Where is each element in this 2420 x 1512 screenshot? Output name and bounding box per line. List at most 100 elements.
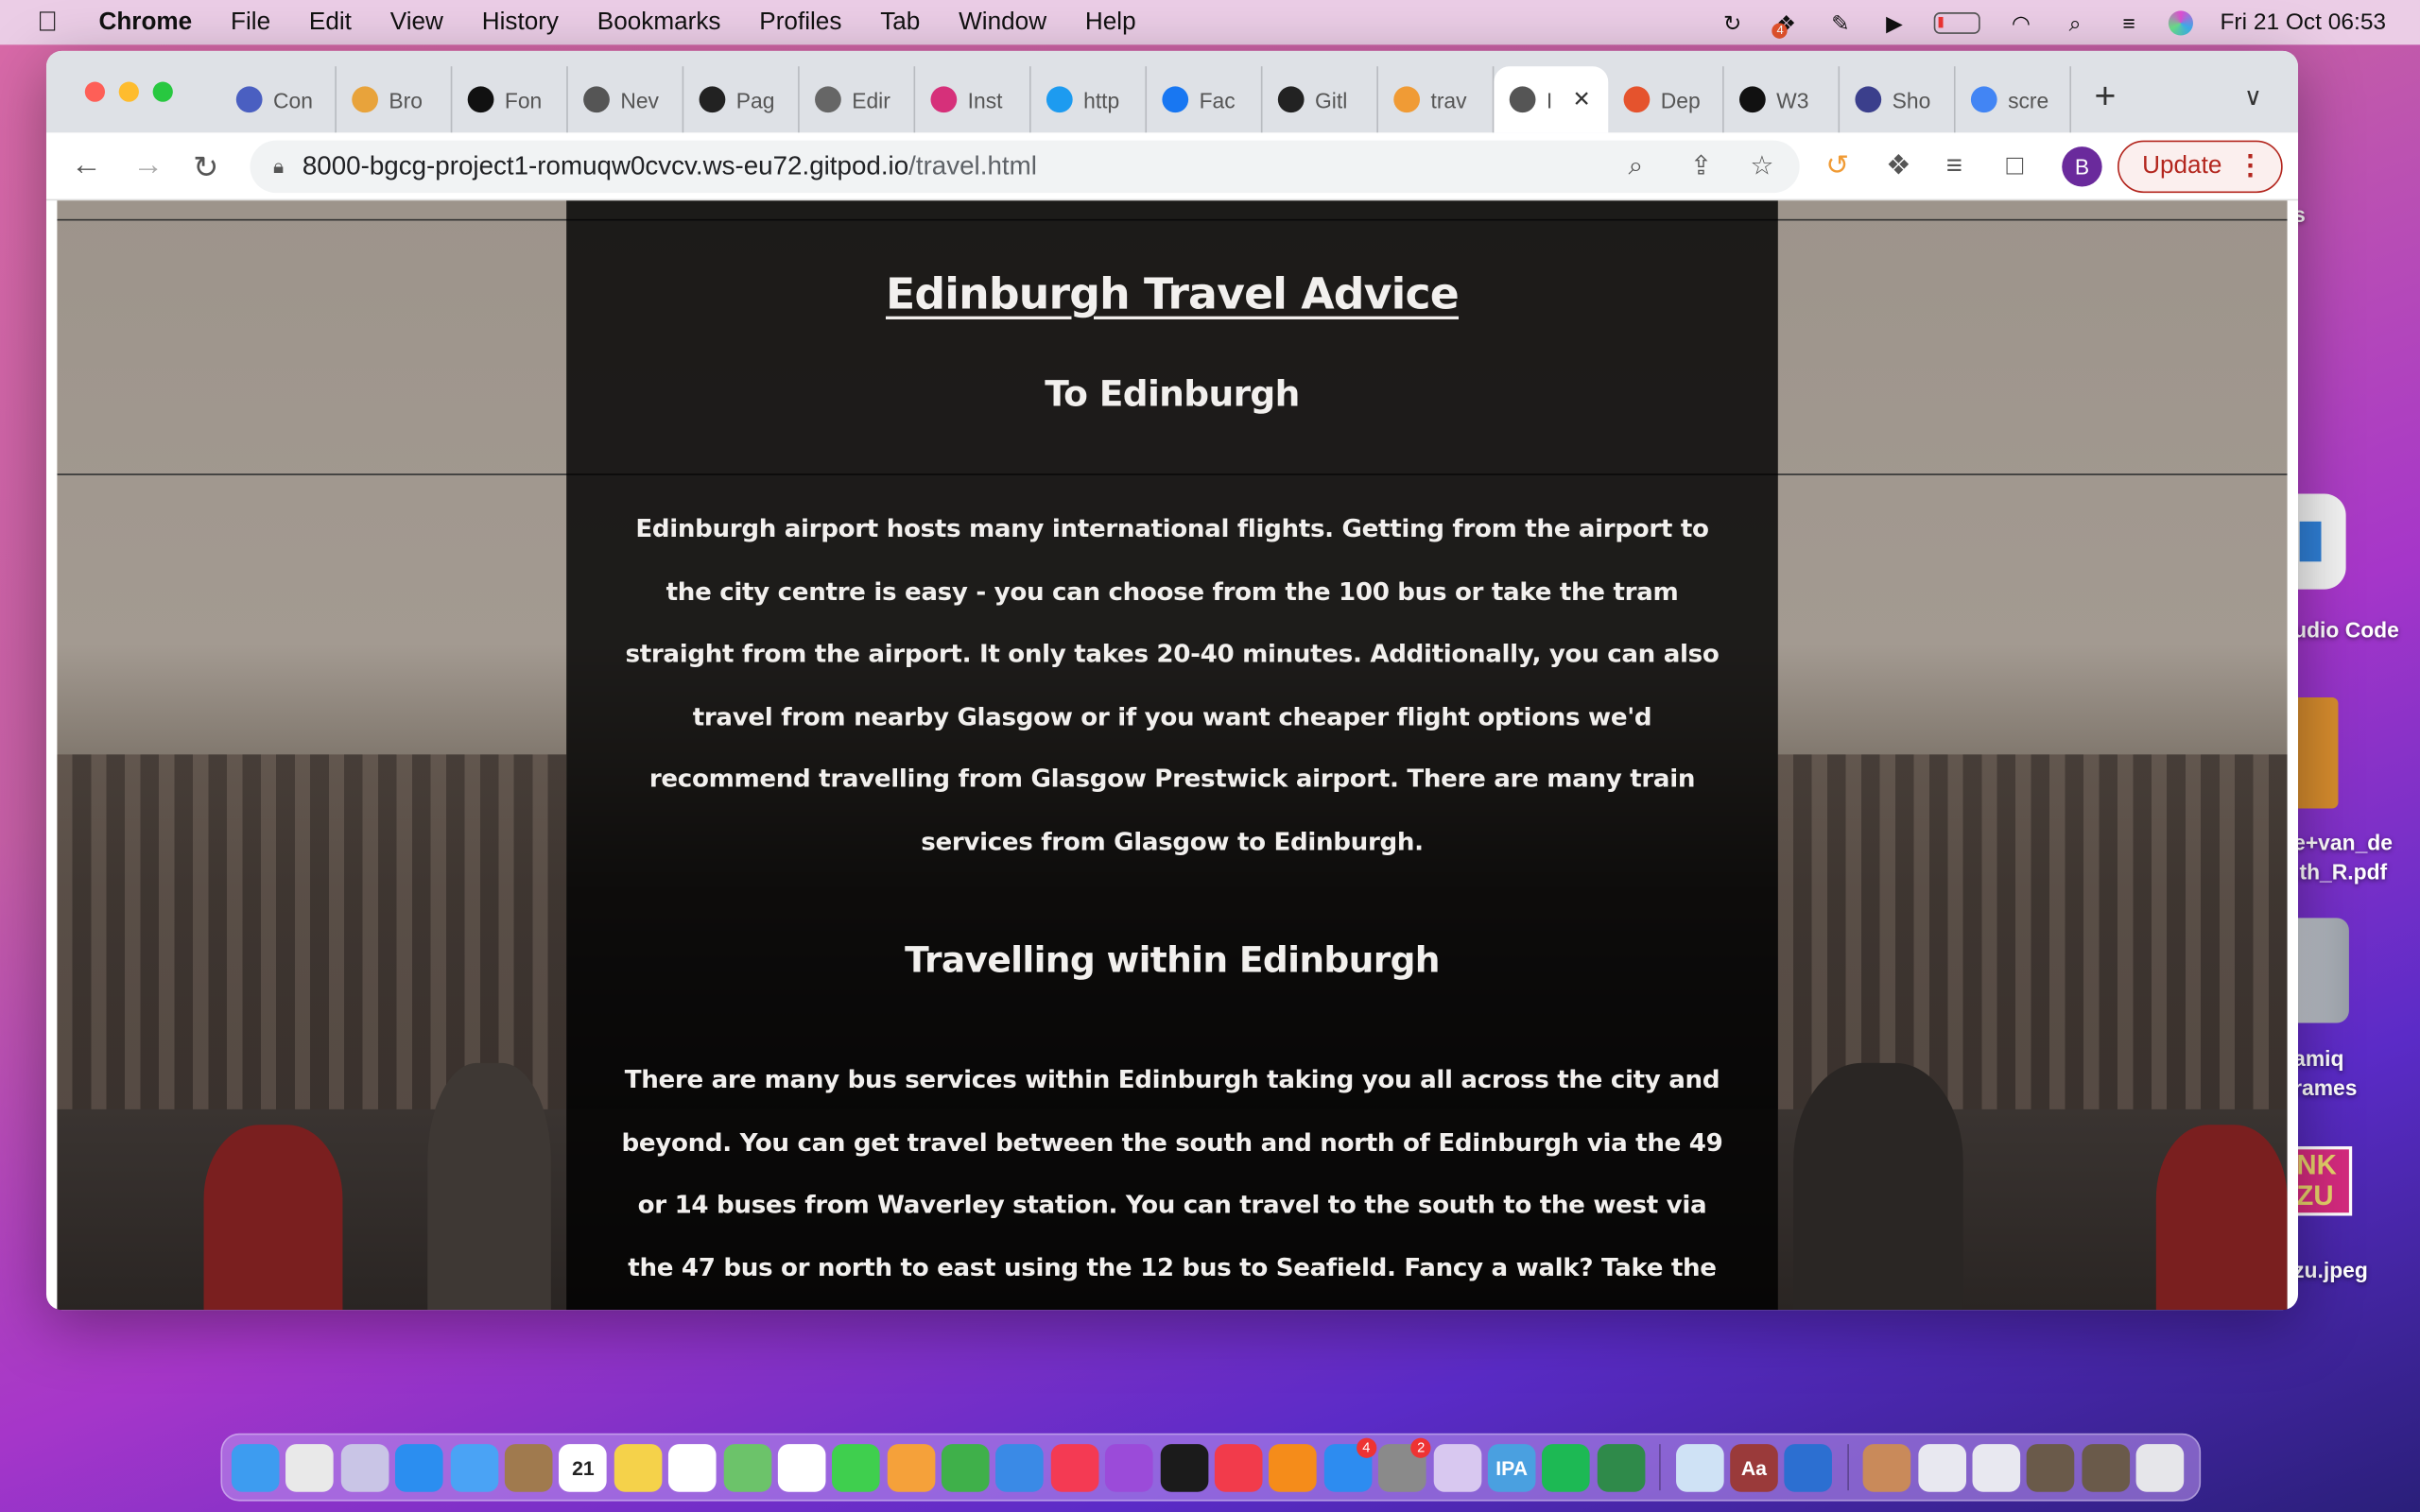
- menu-help[interactable]: Help: [1085, 9, 1136, 36]
- menu-tab[interactable]: Tab: [880, 9, 920, 36]
- tab[interactable]: Pag: [683, 66, 800, 133]
- launchpad-icon[interactable]: [340, 1443, 389, 1491]
- maps-icon[interactable]: [722, 1443, 771, 1491]
- finder-icon[interactable]: [231, 1443, 280, 1491]
- tab[interactable]: Nev: [568, 66, 684, 133]
- tab[interactable]: Sho: [1840, 66, 1956, 133]
- lock-icon[interactable]: 🔒︎: [273, 154, 284, 179]
- desktop-item-label[interactable]: udio Code: [2293, 617, 2399, 642]
- trash-icon[interactable]: [2135, 1443, 2185, 1491]
- tab[interactable]: Dep: [1608, 66, 1724, 133]
- dropbox-icon[interactable]: ❖ 4: [1772, 10, 1800, 38]
- stack-3-icon[interactable]: [1972, 1443, 2020, 1491]
- notes-icon[interactable]: [614, 1443, 662, 1491]
- system-preferences-icon[interactable]: 2: [1378, 1436, 1431, 1491]
- reminders-icon[interactable]: [668, 1443, 717, 1491]
- address-bar[interactable]: 🔒︎ 8000-bgcg-project1-romuqw0cvcv.ws-eu7…: [250, 140, 1800, 194]
- calendar-icon[interactable]: 21: [559, 1443, 608, 1491]
- stack-4-icon[interactable]: [2027, 1443, 2075, 1491]
- messages-icon[interactable]: [832, 1443, 881, 1491]
- tab[interactable]: W3: [1724, 66, 1841, 133]
- tab[interactable]: scre: [1956, 66, 2072, 133]
- control-center-icon[interactable]: ≡: [2115, 10, 2142, 35]
- zoom-icon[interactable]: ⌕: [1628, 151, 1643, 182]
- tab[interactable]: Bro: [337, 66, 453, 133]
- menu-file[interactable]: File: [231, 9, 270, 36]
- menu-window[interactable]: Window: [959, 9, 1046, 36]
- play-icon[interactable]: ▶: [1880, 10, 1908, 35]
- numbers-icon[interactable]: [942, 1443, 990, 1491]
- creative-cloud-icon[interactable]: [1784, 1443, 1833, 1491]
- close-tab-icon[interactable]: ✕: [1572, 86, 1590, 112]
- minimize-window-button[interactable]: [118, 81, 139, 102]
- creative-cloud-icon[interactable]: ↻: [1719, 10, 1746, 35]
- image-desktop-icon[interactable]: NK ZU: [2293, 1146, 2353, 1216]
- spotify-icon[interactable]: [1542, 1443, 1591, 1491]
- extensions-puzzle-icon[interactable]: ❖: [1886, 149, 1910, 181]
- vscode-desktop-icon[interactable]: [2293, 493, 2346, 590]
- reload-icon[interactable]: ↻: [193, 148, 218, 187]
- tab[interactable]: Fon: [452, 66, 568, 133]
- more-menu-icon[interactable]: ⋮: [2237, 149, 2264, 181]
- tab[interactable]: I ✕: [1494, 66, 1609, 133]
- apple-icon[interactable]: : [37, 7, 64, 39]
- dictionary-icon[interactable]: Aa: [1730, 1443, 1778, 1491]
- wifi-icon[interactable]: ◠: [2007, 10, 2034, 35]
- music-icon[interactable]: [1050, 1443, 1099, 1491]
- bookmark-star-icon[interactable]: ☆: [1750, 151, 1773, 182]
- stack-5-icon[interactable]: [2081, 1443, 2130, 1491]
- pages-icon[interactable]: [887, 1443, 935, 1491]
- new-tab-button[interactable]: +: [2095, 76, 2117, 119]
- forward-icon[interactable]: →: [132, 148, 164, 184]
- news-icon[interactable]: [1214, 1443, 1263, 1491]
- menu-bookmarks[interactable]: Bookmarks: [597, 9, 721, 36]
- pdf-desktop-icon[interactable]: [2296, 696, 2339, 809]
- tree-icon[interactable]: [1597, 1443, 1646, 1491]
- reading-list-icon[interactable]: ≡: [1946, 149, 1962, 181]
- update-button[interactable]: Update ⋮: [2117, 140, 2283, 194]
- ipa-icon[interactable]: IPA: [1487, 1443, 1536, 1491]
- menu-profiles[interactable]: Profiles: [759, 9, 841, 36]
- gitpod-extension-icon[interactable]: ↺: [1825, 149, 1849, 181]
- search-icon[interactable]: ⌕: [2061, 10, 2088, 35]
- tab[interactable]: Inst: [915, 66, 1031, 133]
- desktop-item-label[interactable]: zu.jpeg: [2293, 1258, 2368, 1282]
- clock[interactable]: Fri 21 Oct 06:53: [2220, 9, 2386, 36]
- tab[interactable]: http: [1031, 66, 1148, 133]
- keynote-icon[interactable]: [995, 1443, 1045, 1491]
- tv-icon[interactable]: [1160, 1443, 1208, 1491]
- zoom-window-button[interactable]: [152, 81, 173, 102]
- menu-edit[interactable]: Edit: [309, 9, 352, 36]
- tab[interactable]: Con: [220, 66, 337, 133]
- preview-icon[interactable]: [1675, 1443, 1723, 1491]
- tab[interactable]: Edir: [800, 66, 916, 133]
- menu-history[interactable]: History: [482, 9, 559, 36]
- close-window-button[interactable]: [84, 81, 106, 102]
- podcasts-icon[interactable]: [1105, 1443, 1153, 1491]
- back-icon[interactable]: ←: [71, 148, 102, 184]
- photos-icon[interactable]: [777, 1443, 826, 1491]
- side-panel-icon[interactable]: □: [2006, 149, 2023, 181]
- siri-icon[interactable]: [2169, 9, 2194, 35]
- tab[interactable]: trav: [1378, 66, 1495, 133]
- help-icon[interactable]: [1433, 1443, 1481, 1491]
- mail-icon[interactable]: [450, 1443, 498, 1491]
- menu-app-chrome[interactable]: Chrome: [98, 9, 192, 36]
- drive-desktop-icon[interactable]: [2296, 918, 2349, 1023]
- chrome-icon[interactable]: [285, 1443, 335, 1491]
- tab-search-chevron-icon[interactable]: ∨: [2244, 82, 2262, 113]
- battery-icon[interactable]: [1934, 11, 1981, 34]
- books-icon[interactable]: [1269, 1443, 1318, 1491]
- profile-avatar[interactable]: B: [2062, 146, 2102, 187]
- share-icon[interactable]: ⇪: [1690, 151, 1712, 182]
- tab[interactable]: Gitl: [1263, 66, 1378, 133]
- contacts-icon[interactable]: [504, 1443, 553, 1491]
- desktop-item-label[interactable]: e+van_de .th_R.pdf: [2293, 829, 2393, 887]
- safari-icon[interactable]: [395, 1443, 443, 1491]
- tab[interactable]: Fac: [1147, 66, 1263, 133]
- stack-2-icon[interactable]: [1917, 1443, 1966, 1491]
- menu-view[interactable]: View: [390, 9, 443, 36]
- stack-1-icon[interactable]: [1862, 1443, 1911, 1491]
- desktop-item-label[interactable]: amiq rames: [2293, 1044, 2357, 1103]
- pen-icon[interactable]: ✎: [1826, 10, 1854, 35]
